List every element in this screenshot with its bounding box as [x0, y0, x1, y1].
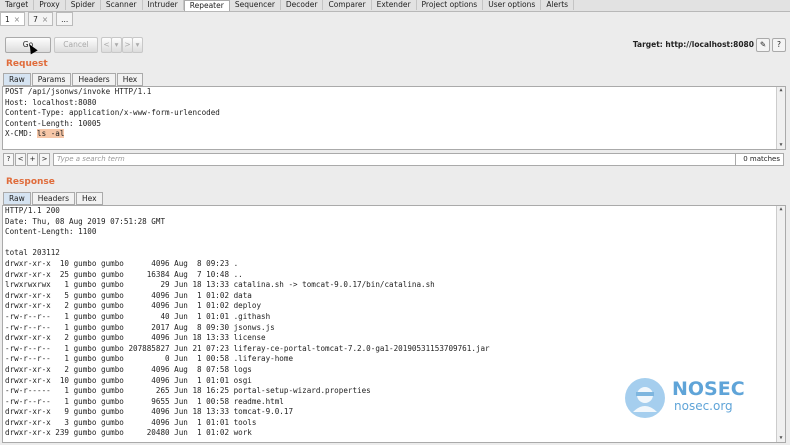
top-tab-proxy[interactable]: Proxy	[34, 0, 66, 10]
response-line: -rw-r--r-- 1 gumbo gumbo 40 Jun 1 01:01 …	[5, 311, 271, 321]
new-tab-button[interactable]: ...	[56, 12, 74, 26]
request-title: Request	[6, 59, 48, 69]
top-tab-scanner[interactable]: Scanner	[101, 0, 143, 10]
nosec-watermark: NOSEC nosec.org	[625, 376, 785, 420]
repeater-tab-bar: 1 × 7 × ...	[0, 12, 76, 26]
search-prev-button[interactable]: <	[15, 153, 26, 166]
top-tab-repeater[interactable]: Repeater	[183, 0, 230, 11]
top-tab-user-options[interactable]: User options	[483, 0, 542, 10]
response-tab-hex[interactable]: Hex	[76, 192, 103, 205]
request-line: Host: localhost:8080	[5, 97, 97, 107]
response-title: Response	[6, 177, 55, 187]
request-editor[interactable]: POST /api/jsonws/invoke HTTP/1.1 Host: l…	[2, 86, 786, 150]
close-icon[interactable]: ×	[14, 15, 20, 24]
response-line: drwxr-xr-x 10 gumbo gumbo 4096 Aug 8 09:…	[5, 258, 239, 268]
match-count: 0 matches	[735, 153, 784, 166]
request-tabs: Raw Params Headers Hex	[3, 73, 144, 86]
request-tab-headers[interactable]: Headers	[72, 73, 116, 86]
response-line: drwxr-xr-x 239 gumbo gumbo 20480 Jun 1 0…	[5, 428, 252, 438]
main-tab-bar: Target Proxy Spider Scanner Intruder Repeater…	[0, 0, 790, 12]
search-add-button[interactable]: +	[27, 153, 38, 166]
response-line: total 203112	[5, 248, 60, 258]
response-line: Date: Thu, 08 Aug 2019 07:51:28 GMT	[5, 216, 166, 226]
scroll-down-icon[interactable]: ▼	[777, 435, 785, 442]
search-next-button[interactable]: >	[39, 153, 50, 166]
response-line: -rw-r--r-- 1 gumbo gumbo 0 Jun 1 00:58 .…	[5, 354, 294, 364]
forward-dropdown-button[interactable]: ▾	[132, 37, 143, 53]
response-line: drwxr-xr-x 2 gumbo gumbo 4096 Aug 8 07:5…	[5, 364, 252, 374]
request-line: POST /api/jsonws/invoke HTTP/1.1	[5, 87, 152, 96]
response-line: -rw-r--r-- 1 gumbo gumbo 2017 Aug 8 09:3…	[5, 322, 275, 332]
top-tab-target[interactable]: Target	[0, 0, 35, 10]
repeater-tab-1[interactable]: 1 ×	[0, 12, 26, 26]
request-line: Content-Type: application/x-www-form-url…	[5, 108, 220, 118]
response-tabs: Raw Headers Hex	[3, 192, 104, 205]
response-line: Content-Length: 1100	[5, 227, 97, 237]
response-line	[3, 238, 785, 249]
back-dropdown-button[interactable]: ▾	[111, 37, 122, 53]
watermark-domain: nosec.org	[674, 399, 733, 413]
response-line: drwxr-xr-x 2 gumbo gumbo 4096 Jun 1 01:0…	[5, 301, 262, 311]
top-tab-spider[interactable]: Spider	[66, 0, 101, 10]
response-line: -rw-r--r-- 1 gumbo gumbo 207885827 Jun 2…	[5, 343, 490, 353]
top-tab-comparer[interactable]: Comparer	[323, 0, 372, 10]
pencil-icon[interactable]: ✎	[756, 38, 770, 52]
request-line-cmd: X-CMD: ls -al	[3, 129, 785, 140]
close-icon[interactable]: ×	[42, 15, 48, 24]
top-tab-project-options[interactable]: Project options	[417, 0, 484, 10]
help-button[interactable]: ?	[772, 38, 786, 52]
response-line: drwxr-xr-x 5 gumbo gumbo 4096 Jun 1 01:0…	[5, 290, 252, 300]
new-tab-label: ...	[61, 14, 69, 24]
top-tab-intruder[interactable]: Intruder	[143, 0, 184, 10]
request-line: Content-Length: 10005	[5, 118, 102, 128]
scroll-up-icon[interactable]: ▲	[777, 87, 785, 94]
response-tab-headers[interactable]: Headers	[31, 192, 75, 205]
nosec-logo-icon	[625, 378, 665, 418]
target-label: Target: http://localhost:8080	[632, 40, 754, 49]
request-tab-raw[interactable]: Raw	[3, 73, 31, 86]
response-line: lrwxrwxrwx 1 gumbo gumbo 29 Jun 18 13:33…	[5, 280, 435, 290]
request-scrollbar[interactable]: ▲ ▼	[776, 87, 785, 149]
response-tab-raw[interactable]: Raw	[3, 192, 31, 205]
top-tab-alerts[interactable]: Alerts	[541, 0, 575, 10]
response-line: drwxr-xr-x 25 gumbo gumbo 16384 Aug 7 10…	[5, 269, 243, 279]
cancel-button[interactable]: Cancel	[54, 37, 98, 53]
response-line: drwxr-xr-x 2 gumbo gumbo 4096 Jun 18 13:…	[5, 333, 266, 343]
request-tab-hex[interactable]: Hex	[116, 73, 144, 86]
top-tab-decoder[interactable]: Decoder	[281, 0, 324, 10]
header-name: X-CMD:	[5, 129, 38, 139]
repeater-tab-label: 7	[33, 14, 38, 24]
search-input[interactable]: Type a search term	[53, 153, 742, 166]
response-line: HTTP/1.1 200	[5, 206, 60, 215]
search-help-button[interactable]: ?	[3, 153, 14, 166]
repeater-tab-label: 1	[5, 14, 10, 24]
repeater-tab-7[interactable]: 7 ×	[28, 12, 54, 26]
scroll-down-icon[interactable]: ▼	[777, 142, 785, 149]
watermark-name: NOSEC	[672, 378, 745, 400]
top-tab-sequencer[interactable]: Sequencer	[230, 0, 281, 10]
top-tab-extender[interactable]: Extender	[372, 0, 417, 10]
repeater-toolbar: Go Cancel < ▾ > ▾ Target: http://localho…	[0, 27, 790, 57]
highlighted-command: ls -al	[37, 129, 65, 139]
request-tab-params[interactable]: Params	[31, 73, 72, 86]
request-search-bar: ? < + > Type a search term 0 matches	[2, 153, 786, 166]
scroll-up-icon[interactable]: ▲	[777, 206, 785, 213]
